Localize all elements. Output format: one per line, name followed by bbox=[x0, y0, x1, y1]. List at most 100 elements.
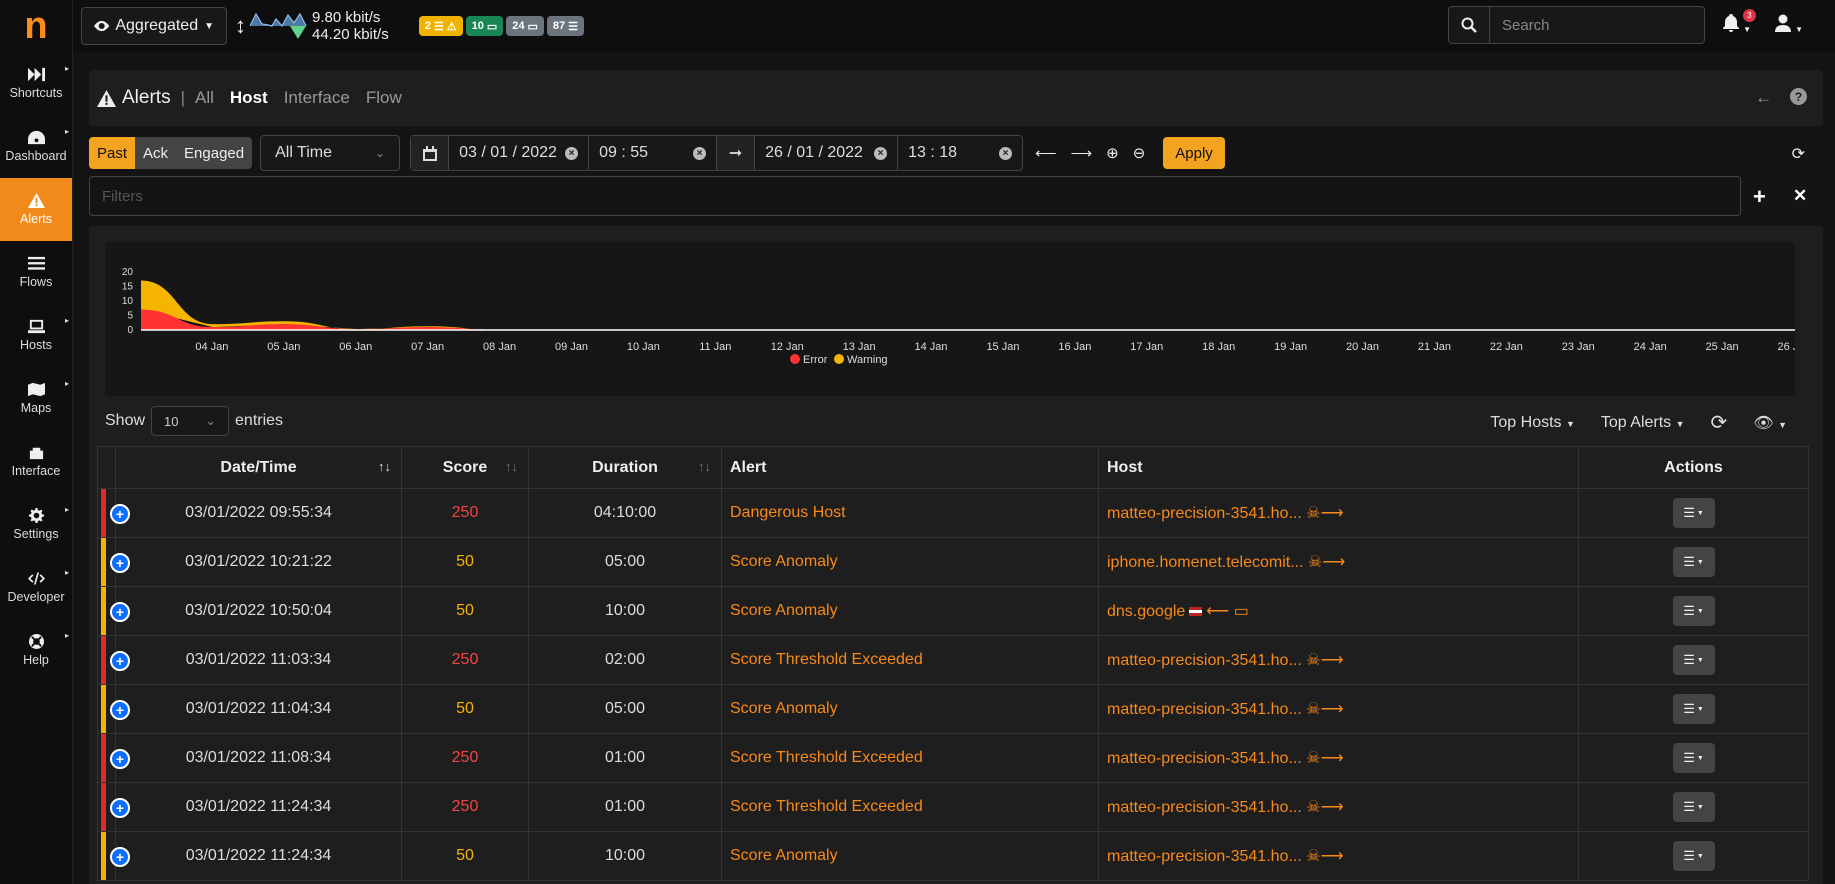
alert-name[interactable]: Score Threshold Exceeded bbox=[730, 651, 923, 668]
host-link[interactable]: dns.google bbox=[1107, 603, 1185, 620]
row-actions-button[interactable]: ☰ ▼ bbox=[1672, 792, 1715, 822]
column-header-score[interactable]: Score ↑↓ bbox=[401, 446, 529, 489]
expand-row-icon[interactable]: + bbox=[110, 798, 130, 818]
host-link[interactable]: iphone.homenet.telecomit... bbox=[1107, 554, 1304, 571]
clear-icon[interactable]: × bbox=[565, 146, 579, 160]
top-alerts-dropdown[interactable]: Top Alerts ▼ bbox=[1601, 414, 1685, 432]
host-link[interactable]: matteo-precision-3541.ho... bbox=[1107, 750, 1302, 767]
tab-flow[interactable]: Flow bbox=[366, 88, 402, 108]
row-actions-button[interactable]: ☰ ▼ bbox=[1672, 596, 1715, 626]
alert-cell[interactable]: Score Threshold Exceeded bbox=[721, 635, 1099, 685]
clear-filters-icon[interactable]: ✕ bbox=[1793, 186, 1807, 206]
host-link[interactable]: matteo-precision-3541.ho... bbox=[1107, 799, 1302, 816]
column-visibility-dropdown[interactable]: 👁 ▼ bbox=[1753, 413, 1787, 433]
column-header-duration[interactable]: Duration ↑↓ bbox=[528, 446, 722, 489]
sidebar-item-interface[interactable]: Interface bbox=[0, 430, 72, 493]
status-tab-engaged[interactable]: Engaged bbox=[176, 137, 253, 169]
host-link[interactable]: matteo-precision-3541.ho... bbox=[1107, 848, 1302, 865]
zoom-out-icon[interactable]: ⊖ bbox=[1133, 144, 1146, 162]
alerts-timeseries-chart[interactable]: 0 5 10 15 20 04 Jan 05 Jan 06 Jan 07 Jan 08 Jan 09… bbox=[105, 242, 1795, 396]
row-actions-button[interactable]: ☰ ▼ bbox=[1672, 645, 1715, 675]
alert-name[interactable]: Score Anomaly bbox=[730, 553, 838, 570]
to-date-input[interactable]: 26 / 01 / 2022 × bbox=[755, 136, 899, 170]
interface-selector[interactable]: Aggregated ▼ bbox=[81, 7, 227, 45]
tab-all[interactable]: All bbox=[195, 88, 214, 108]
sidebar-item-shortcuts[interactable]: Shortcuts ▸ bbox=[0, 52, 72, 115]
sidebar-item-dashboard[interactable]: Dashboard ▸ bbox=[0, 115, 72, 178]
ntopng-logo[interactable]: n bbox=[0, 0, 72, 52]
column-header-alert[interactable]: Alert bbox=[721, 446, 1099, 489]
alert-name[interactable]: Score Anomaly bbox=[730, 602, 838, 619]
expand-row-icon[interactable]: + bbox=[110, 749, 130, 769]
expand-row-icon[interactable]: + bbox=[110, 700, 130, 720]
sidebar-item-hosts[interactable]: Hosts ▸ bbox=[0, 304, 72, 367]
tab-host[interactable]: Host bbox=[230, 88, 268, 108]
calendar-button[interactable] bbox=[411, 136, 450, 170]
expand-row-icon[interactable]: + bbox=[110, 504, 130, 524]
sidebar-item-settings[interactable]: Settings ▸ bbox=[0, 493, 72, 556]
host-link[interactable]: matteo-precision-3541.ho... bbox=[1107, 652, 1302, 669]
time-range-select[interactable]: All Time ⌄ bbox=[260, 135, 401, 171]
clear-icon[interactable]: × bbox=[999, 146, 1013, 160]
row-actions-button[interactable]: ☰ ▼ bbox=[1672, 498, 1715, 528]
host-link[interactable]: matteo-precision-3541.ho... bbox=[1107, 701, 1302, 718]
alert-name[interactable]: Score Threshold Exceeded bbox=[730, 798, 923, 815]
host-link[interactable]: matteo-precision-3541.ho... bbox=[1107, 505, 1302, 522]
to-time-input[interactable]: 13 : 18 × bbox=[898, 136, 1022, 170]
zoom-in-icon[interactable]: ⊕ bbox=[1106, 144, 1119, 162]
alert-cell[interactable]: Score Anomaly bbox=[721, 537, 1099, 587]
arrow-left-icon[interactable]: ⟵ bbox=[1035, 144, 1057, 162]
status-tab-past[interactable]: Past bbox=[89, 137, 136, 169]
sidebar-item-flows[interactable]: Flows bbox=[0, 241, 72, 304]
sidebar-item-alerts[interactable]: Alerts bbox=[0, 178, 72, 241]
row-actions-button[interactable]: ☰ ▼ bbox=[1672, 841, 1715, 871]
column-header-host[interactable]: Host bbox=[1098, 446, 1579, 489]
sidebar-item-help[interactable]: Help ▸ bbox=[0, 619, 72, 682]
alert-name[interactable]: Score Anomaly bbox=[730, 700, 838, 717]
alert-cell[interactable]: Score Anomaly bbox=[721, 684, 1099, 734]
alert-cell[interactable]: Score Anomaly bbox=[721, 586, 1099, 636]
search-input[interactable]: Search bbox=[1490, 6, 1705, 44]
notifications-button[interactable]: 3 ▼ bbox=[1722, 9, 1756, 37]
alert-name[interactable]: Score Anomaly bbox=[730, 847, 838, 864]
traffic-indicator[interactable]: ↕ 9.80 kbit/s 44.20 kbit/s bbox=[235, 9, 389, 43]
from-date-input[interactable]: 03 / 01 / 2022 × bbox=[449, 136, 590, 170]
tab-interface[interactable]: Interface bbox=[284, 88, 350, 108]
alert-cell[interactable]: Dangerous Host bbox=[721, 488, 1099, 538]
apply-button[interactable]: Apply bbox=[1163, 137, 1225, 169]
from-time-input[interactable]: 09 : 55 × bbox=[589, 136, 718, 170]
flows-badge[interactable]: 87 ☰ bbox=[546, 16, 585, 36]
add-filter-icon[interactable]: + bbox=[1753, 184, 1766, 210]
alert-cell[interactable]: Score Threshold Exceeded bbox=[721, 782, 1099, 832]
alert-name[interactable]: Score Threshold Exceeded bbox=[730, 749, 923, 766]
expand-row-icon[interactable]: + bbox=[110, 847, 130, 867]
remote-hosts-badge[interactable]: 24 ▭ bbox=[506, 16, 544, 36]
clear-icon[interactable]: × bbox=[874, 146, 888, 160]
expand-row-icon[interactable]: + bbox=[110, 602, 130, 622]
alert-name[interactable]: Dangerous Host bbox=[730, 504, 846, 521]
help-icon[interactable]: ? bbox=[1790, 88, 1807, 105]
expand-row-icon[interactable]: + bbox=[110, 553, 130, 573]
page-size-select[interactable]: 10 ⌄ bbox=[151, 406, 230, 436]
row-actions-button[interactable]: ☰ ▼ bbox=[1672, 694, 1715, 724]
row-actions-button[interactable]: ☰ ▼ bbox=[1672, 547, 1715, 577]
sidebar-item-developer[interactable]: Developer ▸ bbox=[0, 556, 72, 619]
sidebar-item-maps[interactable]: Maps ▸ bbox=[0, 367, 72, 430]
arrow-right-icon[interactable]: ⟶ bbox=[1071, 144, 1093, 162]
clear-icon[interactable]: × bbox=[693, 146, 707, 160]
user-menu[interactable]: ▼ bbox=[1774, 14, 1803, 37]
search-button[interactable] bbox=[1448, 6, 1490, 44]
local-hosts-badge[interactable]: 10 ▭ bbox=[465, 16, 504, 36]
refresh-icon[interactable]: ⟳ bbox=[1792, 144, 1805, 164]
alert-cell[interactable]: Score Threshold Exceeded bbox=[721, 733, 1099, 783]
column-header-datetime[interactable]: Date/Time ↑↓ bbox=[115, 446, 402, 489]
refresh-icon[interactable]: ⟳ bbox=[1711, 410, 1728, 435]
row-actions-button[interactable]: ☰ ▼ bbox=[1672, 743, 1715, 773]
status-tab-ack[interactable]: Ack bbox=[135, 137, 177, 169]
top-hosts-dropdown[interactable]: Top Hosts ▼ bbox=[1490, 414, 1575, 432]
alert-cell[interactable]: Score Anomaly bbox=[721, 831, 1099, 881]
back-arrow-icon[interactable]: ← bbox=[1755, 88, 1772, 108]
expand-row-icon[interactable]: + bbox=[110, 651, 130, 671]
filters-input[interactable]: Filters bbox=[89, 176, 1741, 216]
engaged-alerts-badge[interactable]: 2 ☰ ⚠ bbox=[418, 16, 463, 36]
